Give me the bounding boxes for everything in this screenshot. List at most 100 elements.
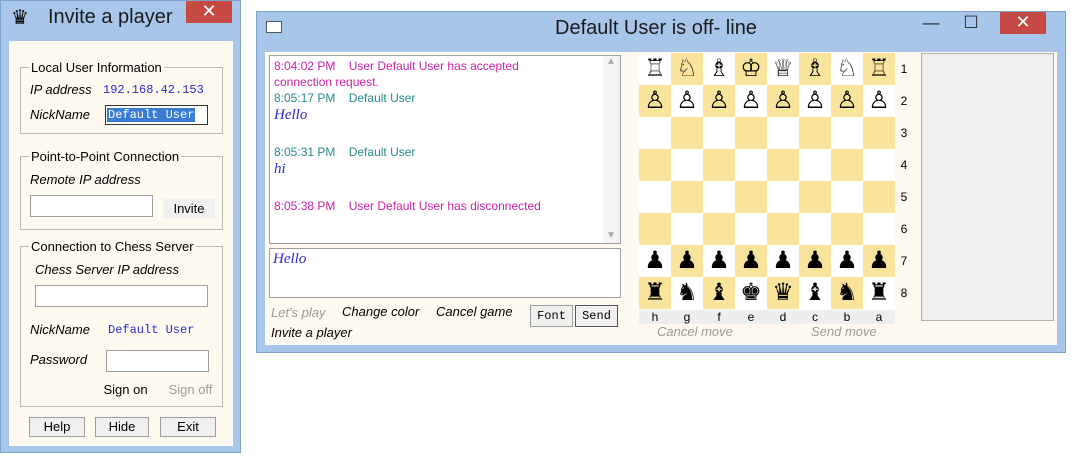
chat-scrollbar[interactable]: ▲ ▼ [603, 56, 620, 243]
chess-piece[interactable]: ♟ [676, 247, 698, 274]
board-square[interactable] [703, 213, 735, 245]
chess-piece[interactable]: ♙ [676, 87, 698, 114]
remote-ip-input[interactable] [30, 195, 153, 217]
chess-piece[interactable]: ♟ [868, 247, 890, 274]
board-square[interactable]: ♟ [767, 245, 799, 277]
board-square[interactable] [799, 149, 831, 181]
board-square[interactable] [703, 181, 735, 213]
board-square[interactable] [831, 213, 863, 245]
board-square[interactable] [639, 213, 671, 245]
chess-piece[interactable]: ♘ [676, 55, 698, 82]
board-square[interactable] [671, 117, 703, 149]
board-square[interactable] [767, 149, 799, 181]
board-square[interactable] [639, 117, 671, 149]
board-square[interactable] [671, 213, 703, 245]
board-square[interactable]: ♟ [639, 245, 671, 277]
board-square[interactable] [639, 149, 671, 181]
board-square[interactable]: ♕ [767, 53, 799, 85]
board-square[interactable] [831, 149, 863, 181]
board-square[interactable]: ♗ [703, 53, 735, 85]
chess-piece[interactable]: ♖ [868, 55, 890, 82]
chess-piece[interactable]: ♙ [804, 87, 826, 114]
chat-log[interactable]: 8:04:02 PM User Default User has accepte… [269, 55, 621, 244]
board-square[interactable]: ♞ [671, 277, 703, 309]
board-square[interactable] [799, 117, 831, 149]
sign-on-button[interactable]: Sign on [98, 380, 153, 400]
chess-piece[interactable]: ♚ [740, 279, 762, 306]
board-square[interactable]: ♖ [863, 53, 895, 85]
chess-piece[interactable]: ♙ [644, 87, 666, 114]
board-square[interactable]: ♘ [671, 53, 703, 85]
board-square[interactable]: ♙ [671, 85, 703, 117]
board-square[interactable] [703, 149, 735, 181]
invite-button[interactable]: Invite [163, 199, 215, 219]
maximize-button[interactable]: ☐ [951, 12, 991, 34]
board-square[interactable] [735, 181, 767, 213]
chess-piece[interactable]: ♙ [836, 87, 858, 114]
chess-piece[interactable]: ♟ [804, 247, 826, 274]
board-square[interactable] [735, 117, 767, 149]
chess-piece[interactable]: ♟ [740, 247, 762, 274]
chess-piece[interactable]: ♟ [836, 247, 858, 274]
invite-player-link[interactable]: Invite a player [271, 325, 352, 340]
board-square[interactable]: ♙ [703, 85, 735, 117]
board-square[interactable]: ♙ [863, 85, 895, 117]
chess-piece[interactable]: ♙ [868, 87, 890, 114]
scroll-down-icon[interactable]: ▼ [606, 230, 616, 241]
board-square[interactable]: ♘ [831, 53, 863, 85]
board-square[interactable]: ♟ [703, 245, 735, 277]
board-square[interactable]: ♜ [863, 277, 895, 309]
chess-piece[interactable]: ♜ [868, 279, 890, 306]
game-window-titlebar[interactable]: Default User is off- line — ☐ ✕ [257, 12, 1065, 44]
board-square[interactable]: ♗ [799, 53, 831, 85]
board-square[interactable] [799, 213, 831, 245]
board-square[interactable]: ♟ [831, 245, 863, 277]
invite-window-close-button[interactable]: ✕ [186, 1, 232, 23]
board-square[interactable] [863, 181, 895, 213]
chess-piece[interactable]: ♗ [708, 55, 730, 82]
board-square[interactable] [703, 117, 735, 149]
board-square[interactable] [735, 213, 767, 245]
chess-piece[interactable]: ♛ [772, 279, 794, 306]
local-nickname-field[interactable]: Default User [105, 105, 208, 125]
board-square[interactable] [831, 181, 863, 213]
chess-piece[interactable]: ♕ [772, 55, 794, 82]
board-square[interactable]: ♜ [639, 277, 671, 309]
chess-piece[interactable]: ♜ [644, 279, 666, 306]
password-input[interactable] [106, 350, 209, 372]
board-square[interactable] [639, 181, 671, 213]
change-color-link[interactable]: Change color [342, 304, 419, 319]
board-square[interactable]: ♞ [831, 277, 863, 309]
chess-piece[interactable]: ♙ [772, 87, 794, 114]
board-square[interactable]: ♙ [831, 85, 863, 117]
board-square[interactable]: ♝ [703, 277, 735, 309]
chess-piece[interactable]: ♟ [772, 247, 794, 274]
cancel-game-link[interactable]: Cancel game [436, 304, 513, 319]
hide-button[interactable]: Hide [95, 417, 149, 437]
board-square[interactable] [735, 149, 767, 181]
board-square[interactable]: ♚ [735, 277, 767, 309]
board-square[interactable] [863, 213, 895, 245]
chess-piece[interactable]: ♝ [804, 279, 826, 306]
board-square[interactable] [671, 149, 703, 181]
compose-input[interactable]: Hello [269, 248, 621, 298]
invite-window-titlebar[interactable]: ♛ Invite a player ✕ [1, 1, 240, 33]
font-button[interactable]: Font [530, 305, 573, 327]
board-square[interactable]: ♔ [735, 53, 767, 85]
board-square[interactable] [767, 117, 799, 149]
scroll-up-icon[interactable]: ▲ [606, 56, 616, 67]
chess-piece[interactable]: ♟ [644, 247, 666, 274]
board-square[interactable] [831, 117, 863, 149]
help-button[interactable]: Help [29, 417, 85, 437]
board-square[interactable]: ♟ [799, 245, 831, 277]
board-square[interactable]: ♙ [799, 85, 831, 117]
minimize-button[interactable]: — [911, 12, 951, 34]
board-square[interactable] [863, 117, 895, 149]
chess-board[interactable]: ♖ ♘ ♗ ♔ ♕ ♗ ♘ ♖ ♙ ♙ ♙ ♙ ♙ ♙ ♙ ♙ ♟ ♟ ♟ ♟ ♟ ♟ ♟ ♟ ♜ ♞ ♝ ♚ ♛ ♝ ♞ ♜ [639, 53, 895, 309]
board-square[interactable]: ♟ [863, 245, 895, 277]
game-window-close-button[interactable]: ✕ [1000, 12, 1046, 34]
chess-piece[interactable]: ♝ [708, 279, 730, 306]
board-square[interactable]: ♙ [767, 85, 799, 117]
board-square[interactable]: ♙ [639, 85, 671, 117]
chess-piece[interactable]: ♞ [676, 279, 698, 306]
